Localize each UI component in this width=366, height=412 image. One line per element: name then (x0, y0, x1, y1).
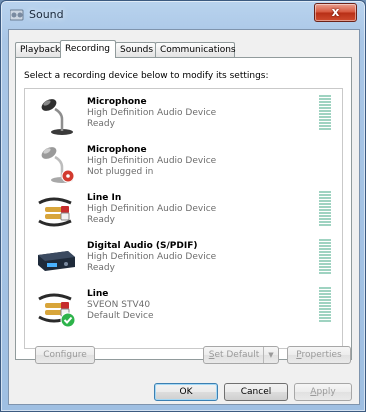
level-meter (319, 191, 331, 229)
device-name: Microphone (87, 97, 147, 107)
line-cable-default-icon (38, 293, 76, 328)
microphone-icon (41, 99, 73, 135)
digital-audio-device-icon (38, 251, 75, 271)
level-meter (319, 239, 331, 277)
recording-tab-panel: Select a recording device below to modif… (15, 57, 352, 360)
device-description: High Definition Audio Device (87, 108, 217, 118)
device-status: Default Device (87, 311, 154, 321)
instruction-text: Select a recording device below to modif… (24, 71, 269, 81)
device-item-microphone[interactable]: Microphone High Definition Audio Device … (25, 91, 342, 139)
cancel-button-label: Cancel (240, 387, 272, 397)
title-bar[interactable]: Sound x (1, 1, 365, 29)
close-button[interactable]: x (314, 3, 357, 22)
line-in-cable-icon (38, 197, 72, 227)
tab-communications[interactable]: Communications (155, 42, 236, 57)
device-item-microphone-unplugged[interactable]: Microphone High Definition Audio Device … (25, 139, 342, 187)
cancel-button[interactable]: Cancel (224, 383, 288, 401)
tab-sounds[interactable]: Sounds (115, 42, 156, 57)
dialog-body: Playback Recording Sounds Communications… (8, 29, 360, 405)
apply-button[interactable]: Apply (294, 383, 352, 401)
level-meter (319, 287, 331, 325)
device-name: Line (87, 289, 109, 299)
device-status: Ready (87, 215, 115, 225)
properties-button[interactable]: Properties (287, 346, 351, 364)
configure-button-label: Configure (43, 350, 87, 360)
tab-recording[interactable]: Recording (60, 40, 116, 58)
ok-button[interactable]: OK (154, 383, 218, 401)
device-item-line-in[interactable]: Line In High Definition Audio Device Rea… (25, 187, 342, 235)
close-icon: x (331, 5, 340, 19)
sound-dialog: Sound x Playback Recording Sounds Commun… (0, 0, 366, 412)
configure-button[interactable]: Configure (35, 346, 95, 364)
set-default-label: et Default (214, 350, 260, 360)
microphone-unplugged-icon (41, 147, 75, 183)
window-title: Sound (29, 8, 64, 21)
device-description: SVEON STV40 (87, 300, 151, 310)
recording-device-list[interactable]: Microphone High Definition Audio Device … (24, 88, 343, 349)
speaker-icon (10, 9, 24, 21)
properties-label: roperties (301, 350, 342, 360)
set-default-button[interactable]: Set Default ▼ (203, 346, 279, 364)
device-description: High Definition Audio Device (87, 204, 217, 214)
device-status: Ready (87, 263, 115, 273)
device-description: High Definition Audio Device (87, 252, 217, 262)
device-name: Microphone (87, 145, 147, 155)
device-name: Line In (87, 193, 122, 203)
device-status: Not plugged in (87, 167, 154, 177)
device-description: High Definition Audio Device (87, 156, 217, 166)
device-item-line-default[interactable]: Line SVEON STV40 Default Device (25, 283, 342, 331)
device-item-digital-audio[interactable]: Digital Audio (S/PDIF) High Definition A… (25, 235, 342, 283)
ok-button-label: OK (179, 387, 193, 397)
chevron-down-icon[interactable]: ▼ (263, 347, 278, 363)
device-status: Ready (87, 119, 115, 129)
tab-playback[interactable]: Playback (15, 42, 61, 57)
apply-label: pply (316, 387, 336, 397)
level-meter (319, 95, 331, 133)
device-name: Digital Audio (S/PDIF) (87, 241, 198, 251)
